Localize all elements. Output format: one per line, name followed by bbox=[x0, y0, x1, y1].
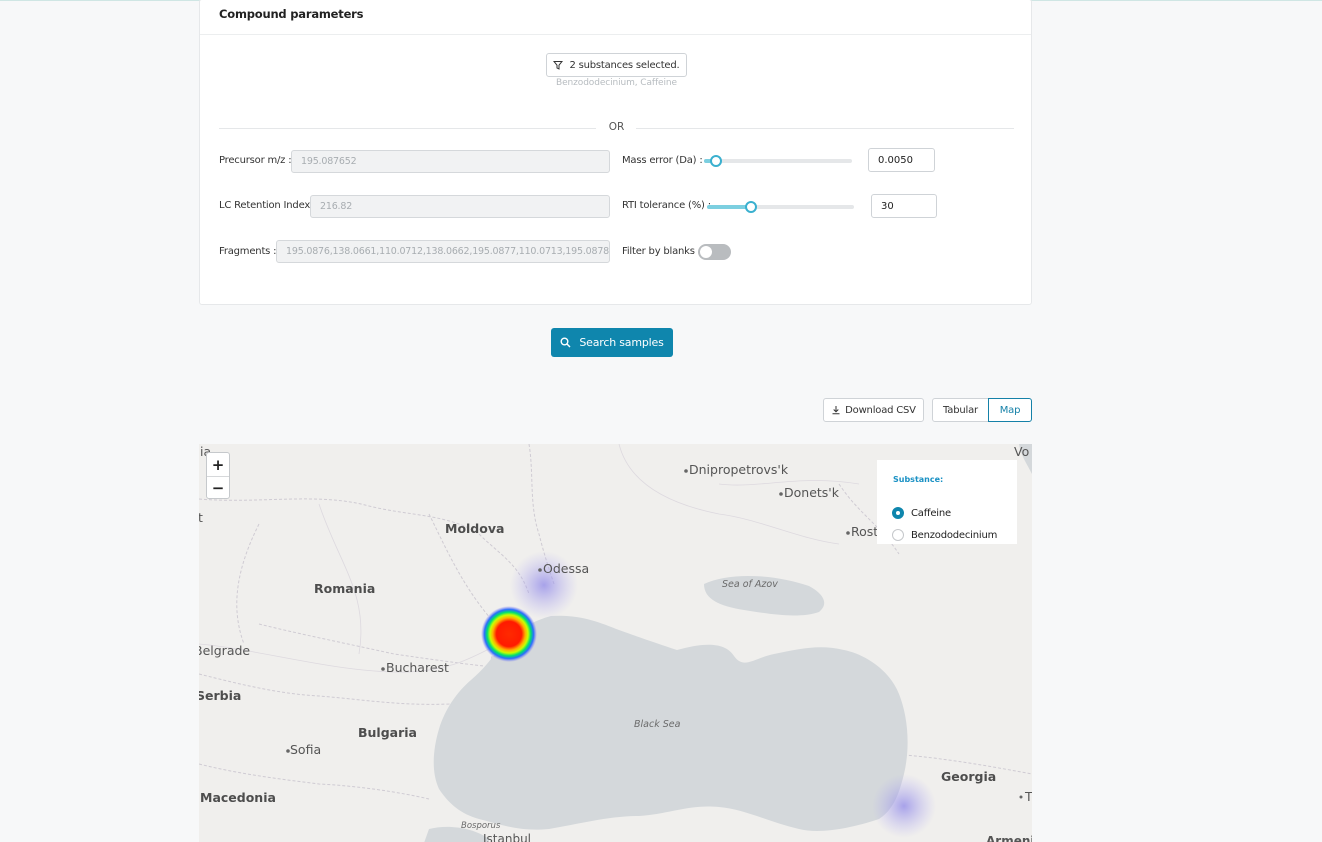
heatmap-map[interactable]: Moldova Romania Bulgaria Georgia Macedon… bbox=[199, 444, 1032, 842]
radio-caffeine[interactable] bbox=[892, 507, 904, 519]
mass-error-label: Mass error (Da) : bbox=[622, 155, 703, 166]
map-label-bosporus: Bosporus bbox=[461, 821, 501, 831]
search-samples-button[interactable]: Search samples bbox=[551, 328, 673, 357]
map-zoom-control: + − bbox=[206, 452, 230, 499]
precursor-input[interactable]: 195.087652 bbox=[291, 150, 610, 173]
map-label-serbia: Serbia bbox=[199, 688, 242, 703]
map-label-moldova: Moldova bbox=[445, 521, 505, 536]
map-label-bucharest: Bucharest bbox=[386, 660, 449, 675]
search-icon bbox=[560, 337, 571, 348]
rti-tolerance-input[interactable]: 30 bbox=[871, 194, 937, 218]
substance-legend: Substance: Caffeine Benzododecinium bbox=[877, 460, 1017, 544]
map-label-georgia: Georgia bbox=[941, 769, 997, 784]
legend-title: Substance: bbox=[893, 475, 944, 484]
radio-benzododecinium[interactable] bbox=[892, 529, 904, 541]
map-label-dnipropetrovsk: Dnipropetrovs'k bbox=[689, 462, 789, 477]
map-label-romania: Romania bbox=[314, 581, 376, 596]
rti-tolerance-slider[interactable] bbox=[707, 201, 854, 213]
lc-retention-input[interactable]: 216.82 bbox=[310, 195, 610, 218]
map-label-armenia: Armeni bbox=[986, 834, 1032, 842]
filter-blanks-label: Filter by blanks : bbox=[622, 246, 701, 257]
map-label-rost: Rost bbox=[851, 524, 879, 539]
zoom-in-button[interactable]: + bbox=[207, 453, 229, 476]
search-samples-label: Search samples bbox=[579, 336, 664, 349]
map-label-sea-of-azov: Sea of Azov bbox=[722, 579, 778, 590]
lc-retention-label: LC Retention Index : bbox=[219, 200, 317, 211]
substance-option-label: Benzododecinium bbox=[911, 529, 998, 541]
map-label-macedonia: Macedonia bbox=[200, 790, 276, 805]
card-divider bbox=[200, 34, 1031, 35]
mass-error-slider[interactable] bbox=[704, 155, 852, 167]
substance-option-caffeine[interactable]: Caffeine bbox=[892, 507, 951, 519]
map-label-bulgaria: Bulgaria bbox=[358, 725, 417, 740]
substance-option-label: Caffeine bbox=[911, 507, 951, 519]
map-label-vo: Vo bbox=[1014, 444, 1030, 459]
compound-parameters-card: Compound parameters 2 substances selecte… bbox=[199, 0, 1032, 305]
rti-tolerance-label: RTI tolerance (%) : bbox=[622, 200, 711, 211]
download-icon bbox=[832, 406, 840, 415]
download-csv-label: Download CSV bbox=[845, 404, 916, 416]
mass-error-input[interactable]: 0.0050 bbox=[868, 148, 935, 172]
fragments-label: Fragments : bbox=[219, 246, 277, 257]
selected-substances-list: Benzododecinium, Caffeine bbox=[556, 78, 677, 88]
or-label: OR bbox=[608, 121, 625, 133]
filter-blanks-toggle[interactable] bbox=[698, 244, 731, 260]
card-title: Compound parameters bbox=[219, 7, 364, 21]
download-csv-button[interactable]: Download CSV bbox=[823, 398, 924, 422]
map-label-t-right: T bbox=[1025, 789, 1032, 804]
substance-option-benzododecinium[interactable]: Benzododecinium bbox=[892, 529, 997, 541]
map-label-t-left: t bbox=[199, 510, 203, 525]
zoom-out-button[interactable]: − bbox=[207, 476, 229, 499]
mass-error-slider-handle[interactable] bbox=[709, 155, 722, 167]
toggle-knob bbox=[700, 246, 712, 258]
map-label-donetsk: Donets'k bbox=[784, 485, 839, 500]
filter-icon bbox=[553, 61, 564, 70]
substances-select-button[interactable]: 2 substances selected. bbox=[546, 53, 687, 77]
rti-slider-handle[interactable] bbox=[745, 201, 758, 213]
map-label-black-sea: Black Sea bbox=[634, 719, 681, 730]
tabular-view-button[interactable]: Tabular bbox=[932, 398, 989, 422]
map-label-sofia: Sofia bbox=[290, 742, 322, 757]
or-divider-right bbox=[636, 128, 1014, 129]
map-label-odessa: Odessa bbox=[543, 561, 590, 576]
fragments-input[interactable]: 195.0876,138.0661,110.0712,138.0662,195.… bbox=[276, 240, 610, 263]
map-view-button[interactable]: Map bbox=[988, 398, 1032, 422]
map-label-istanbul: Istanbul bbox=[483, 832, 532, 842]
map-label-belgrade: Belgrade bbox=[199, 643, 251, 658]
precursor-label: Precursor m/z : bbox=[219, 155, 292, 166]
substances-button-label: 2 substances selected. bbox=[569, 59, 680, 71]
